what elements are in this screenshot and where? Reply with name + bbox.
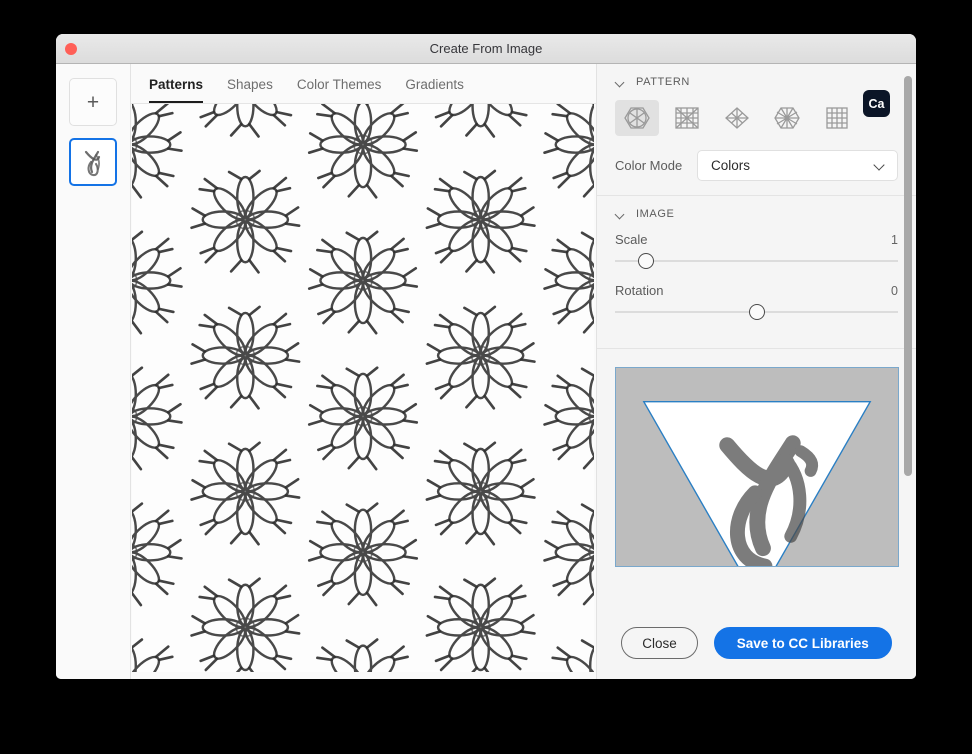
pattern-tiling	[132, 104, 594, 672]
pattern-preview-area	[131, 104, 596, 679]
color-mode-row: Color Mode Colors	[615, 150, 898, 181]
pattern-type-diamond[interactable]	[715, 100, 759, 136]
pattern-canvas[interactable]	[132, 104, 594, 672]
sketch-mark-icon	[84, 150, 101, 177]
window-body: + Patterns Shapes Color Themes Gradients…	[56, 64, 916, 679]
color-mode-value: Colors	[711, 158, 751, 173]
save-to-cc-libraries-button[interactable]: Save to CC Libraries	[713, 627, 892, 659]
rotation-slider[interactable]	[615, 300, 898, 324]
scale-value: 1	[891, 233, 898, 247]
grid-pattern-icon	[826, 107, 848, 129]
diamond-pattern-icon	[725, 107, 749, 129]
image-section: IMAGE Scale 1 Rotation 0	[597, 195, 916, 348]
hexagon-pattern-icon	[624, 107, 650, 129]
source-image-thumbnail[interactable]	[69, 138, 117, 186]
pattern-type-group	[615, 100, 898, 136]
pattern-type-grid[interactable]	[815, 100, 859, 136]
hex-star-pattern-icon	[774, 107, 800, 129]
rotation-value: 0	[891, 284, 898, 298]
chevron-down-icon	[615, 209, 626, 220]
tab-shapes[interactable]: Shapes	[227, 77, 287, 103]
properties-panel: Ca PATTERN Color Mode Colors IMAGE Scale…	[596, 64, 916, 679]
rotation-label: Rotation	[615, 283, 664, 298]
scale-slider-thumb[interactable]	[638, 253, 655, 269]
pattern-type-hexagon[interactable]	[615, 100, 659, 136]
rotation-row: Rotation 0	[615, 283, 898, 298]
source-images-rail: +	[56, 64, 131, 679]
panel-scrollbar[interactable]	[904, 76, 912, 476]
tab-bar: Patterns Shapes Color Themes Gradients	[131, 64, 596, 104]
tab-gradients[interactable]: Gradients	[405, 77, 478, 103]
main-content: Patterns Shapes Color Themes Gradients	[131, 64, 596, 679]
chevron-down-icon	[875, 160, 886, 171]
source-preview-section	[597, 348, 916, 567]
scale-label: Scale	[615, 232, 648, 247]
pattern-section-header[interactable]: PATTERN	[615, 76, 898, 88]
source-preview-box[interactable]	[615, 367, 899, 567]
color-mode-label: Color Mode	[615, 158, 683, 173]
tab-color-themes[interactable]: Color Themes	[297, 77, 396, 103]
pattern-type-hex-star[interactable]	[765, 100, 809, 136]
capture-app-badge: Ca	[863, 90, 890, 117]
scale-row: Scale 1	[615, 232, 898, 247]
scale-slider[interactable]	[615, 249, 898, 273]
rotation-slider-thumb[interactable]	[748, 304, 765, 320]
square-rays-pattern-icon	[675, 107, 699, 129]
panel-footer: Close Save to CC Libraries	[597, 627, 916, 679]
add-image-button[interactable]: +	[69, 78, 117, 126]
tab-patterns[interactable]: Patterns	[149, 77, 217, 103]
source-preview-graphic	[616, 368, 898, 566]
create-from-image-window: Create From Image + Patterns Shapes Colo…	[56, 34, 916, 679]
window-title: Create From Image	[429, 41, 543, 56]
color-mode-select[interactable]: Colors	[697, 150, 898, 181]
pattern-section-title: PATTERN	[636, 76, 690, 88]
image-section-title: IMAGE	[636, 208, 675, 220]
close-button[interactable]: Close	[621, 627, 698, 659]
plus-icon: +	[86, 90, 100, 114]
window-titlebar: Create From Image	[56, 34, 916, 64]
pattern-section: PATTERN Color Mode Colors	[597, 64, 916, 195]
pattern-type-square-rays[interactable]	[665, 100, 709, 136]
scale-slider-track	[615, 260, 898, 262]
chevron-down-icon	[615, 77, 626, 88]
image-section-header[interactable]: IMAGE	[615, 208, 898, 220]
